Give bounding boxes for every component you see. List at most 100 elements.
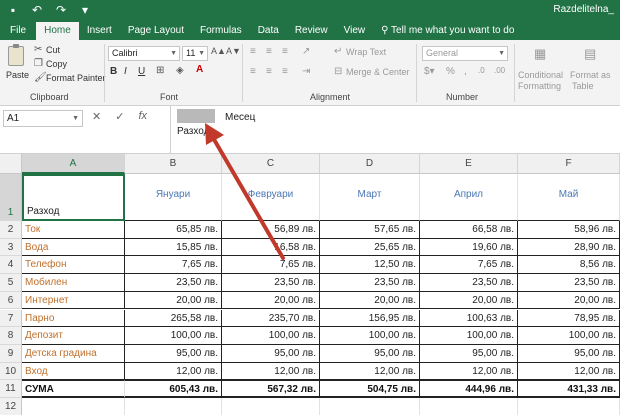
format-painter-button[interactable]: Format Painter <box>46 73 106 83</box>
cell-a1[interactable]: Разход <box>22 174 125 221</box>
number-format-select[interactable]: General ▼ <box>422 46 508 61</box>
month-header-cell[interactable]: Април <box>420 174 518 221</box>
indent-icon[interactable]: ⇥ <box>302 66 310 77</box>
tab-file[interactable]: File <box>0 22 34 40</box>
value-cell[interactable]: 12,00 лв. <box>222 362 320 381</box>
value-cell[interactable]: 7,65 лв. <box>125 256 222 275</box>
total-value-cell[interactable]: 504,75 лв. <box>320 380 420 398</box>
select-all-corner[interactable] <box>0 154 22 174</box>
redo-icon[interactable]: ↷ <box>54 3 68 17</box>
total-value-cell[interactable]: 431,33 лв. <box>518 380 620 398</box>
value-cell[interactable]: 12,00 лв. <box>420 362 518 381</box>
row-header-4[interactable]: 4 <box>0 256 22 275</box>
bold-button[interactable]: B <box>110 66 117 77</box>
column-header-c[interactable]: C <box>222 154 320 174</box>
expense-label-cell[interactable]: Вода <box>22 238 125 257</box>
value-cell[interactable]: 100,00 лв. <box>320 327 420 345</box>
value-cell[interactable]: 28,90 лв. <box>518 238 620 257</box>
value-cell[interactable]: 12,50 лв. <box>320 256 420 275</box>
value-cell[interactable]: 23,50 лв. <box>420 274 518 292</box>
name-box[interactable]: A1 ▼ <box>3 110 83 127</box>
value-cell[interactable]: 57,65 лв. <box>320 221 420 239</box>
column-header-a[interactable]: A <box>22 154 125 174</box>
column-header-e[interactable]: E <box>420 154 518 174</box>
comma-style-icon[interactable]: , <box>464 66 467 77</box>
tab-formulas[interactable]: Formulas <box>192 22 250 40</box>
tab-review[interactable]: Review <box>287 22 336 40</box>
column-header-d[interactable]: D <box>320 154 420 174</box>
value-cell[interactable]: 23,50 лв. <box>518 274 620 292</box>
font-size-select[interactable]: 11 ▼ <box>182 46 208 61</box>
orientation-icon[interactable]: ↗ <box>302 46 310 57</box>
value-cell[interactable]: 100,00 лв. <box>420 327 518 345</box>
formula-input[interactable]: Месец Разход <box>170 106 620 154</box>
customize-qat-icon[interactable]: ▾ <box>78 3 92 17</box>
copy-button[interactable]: Copy <box>46 59 67 69</box>
align-top-icon[interactable]: ≡ <box>250 46 256 57</box>
row-header-3[interactable]: 3 <box>0 238 22 257</box>
value-cell[interactable]: 95,00 лв. <box>320 344 420 363</box>
currency-icon[interactable]: $▾ <box>424 66 435 77</box>
save-icon[interactable]: ▪ <box>6 3 20 17</box>
row-header-2[interactable]: 2 <box>0 221 22 239</box>
row-header-6[interactable]: 6 <box>0 291 22 310</box>
value-cell[interactable]: 20,00 лв. <box>125 291 222 310</box>
value-cell[interactable]: 100,63 лв. <box>420 309 518 328</box>
tab-data[interactable]: Data <box>250 22 287 40</box>
value-cell[interactable]: 15,85 лв. <box>125 238 222 257</box>
merge-center-button[interactable]: Merge & Center <box>346 67 410 77</box>
column-header-f[interactable]: F <box>518 154 620 174</box>
expense-label-cell[interactable]: Детска градина <box>22 344 125 363</box>
value-cell[interactable]: 95,00 лв. <box>518 344 620 363</box>
expense-label-cell[interactable]: Вход <box>22 362 125 381</box>
format-as-table-label-2[interactable]: Table <box>572 81 594 91</box>
value-cell[interactable]: 265,58 лв. <box>125 309 222 328</box>
value-cell[interactable]: 25,65 лв. <box>320 238 420 257</box>
column-header-b[interactable]: B <box>125 154 222 174</box>
expense-label-cell[interactable]: Парно <box>22 309 125 328</box>
fill-color-icon[interactable]: ◈ <box>176 65 184 76</box>
total-value-cell[interactable]: 444,96 лв. <box>420 380 518 398</box>
expense-label-cell[interactable]: Ток <box>22 221 125 239</box>
empty-cell[interactable] <box>125 398 222 415</box>
underline-button[interactable]: U <box>138 66 145 77</box>
conditional-formatting-label-1[interactable]: Conditional <box>518 70 563 80</box>
value-cell[interactable]: 7,65 лв. <box>420 256 518 275</box>
row-header-5[interactable]: 5 <box>0 274 22 292</box>
value-cell[interactable]: 12,00 лв. <box>125 362 222 381</box>
tab-insert[interactable]: Insert <box>79 22 120 40</box>
fx-icon[interactable]: fx <box>138 110 147 123</box>
increase-decimal-icon[interactable]: .0 <box>478 66 485 75</box>
expense-label-cell[interactable]: Телефон <box>22 256 125 275</box>
total-value-cell[interactable]: 605,43 лв. <box>125 380 222 398</box>
row-header-11[interactable]: 11 <box>0 380 22 398</box>
align-right-icon[interactable]: ≡ <box>282 66 288 77</box>
percent-icon[interactable]: % <box>446 66 455 77</box>
value-cell[interactable]: 23,50 лв. <box>125 274 222 292</box>
wrap-text-button[interactable]: Wrap Text <box>346 47 386 57</box>
value-cell[interactable]: 78,95 лв. <box>518 309 620 328</box>
borders-icon[interactable]: ⊞ <box>156 65 164 76</box>
font-name-select[interactable]: Calibri ▼ <box>108 46 180 61</box>
value-cell[interactable]: 12,00 лв. <box>518 362 620 381</box>
value-cell[interactable]: 20,00 лв. <box>222 291 320 310</box>
empty-cell[interactable] <box>518 398 620 415</box>
value-cell[interactable]: 7,65 лв. <box>222 256 320 275</box>
value-cell[interactable]: 16,58 лв. <box>222 238 320 257</box>
grow-font-icon[interactable]: A▲ <box>211 46 226 56</box>
paste-icon[interactable] <box>8 44 24 66</box>
value-cell[interactable]: 100,00 лв. <box>518 327 620 345</box>
empty-cell[interactable] <box>320 398 420 415</box>
undo-icon[interactable]: ↶ <box>30 3 44 17</box>
value-cell[interactable]: 156,95 лв. <box>320 309 420 328</box>
conditional-formatting-label-2[interactable]: Formatting <box>518 81 561 91</box>
total-label-cell[interactable]: СУМА <box>22 380 125 398</box>
decrease-decimal-icon[interactable]: .00 <box>494 66 505 75</box>
value-cell[interactable]: 23,50 лв. <box>222 274 320 292</box>
empty-cell[interactable] <box>420 398 518 415</box>
value-cell[interactable]: 95,00 лв. <box>125 344 222 363</box>
month-header-cell[interactable]: Февруари <box>222 174 320 221</box>
expense-label-cell[interactable]: Мобилен <box>22 274 125 292</box>
cancel-icon[interactable]: ✕ <box>92 110 101 123</box>
row-header-1[interactable]: 1 <box>0 174 22 221</box>
